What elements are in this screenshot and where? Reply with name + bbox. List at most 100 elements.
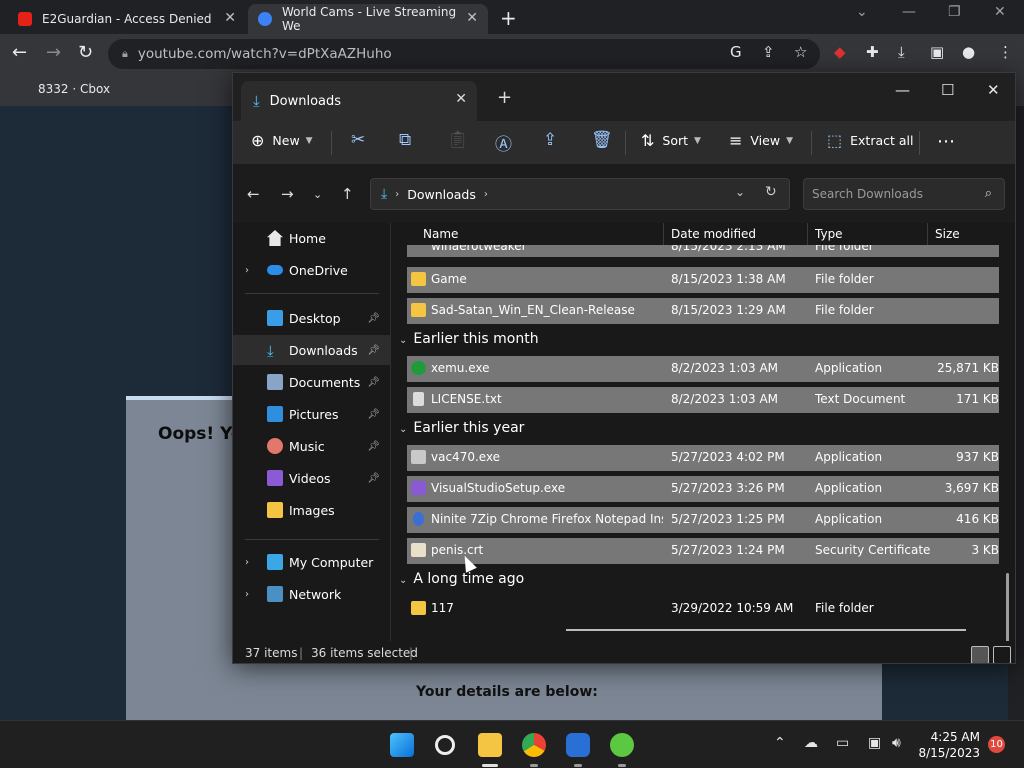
more-options-icon[interactable]: ⋯ bbox=[937, 131, 955, 152]
notification-badge[interactable]: 10 bbox=[988, 736, 1005, 753]
browser-tab-worldcams[interactable]: World Cams - Live Streaming We ✕ bbox=[248, 4, 488, 34]
pin-icon[interactable]: 📌︎ bbox=[367, 345, 380, 356]
file-row[interactable]: penis.crt 5/27/2023 1:24 PM Security Cer… bbox=[407, 538, 999, 564]
xemu-icon[interactable] bbox=[610, 733, 634, 757]
file-row[interactable]: xemu.exe 8/2/2023 1:03 AM Application 25… bbox=[407, 356, 999, 382]
ublock-icon[interactable]: ◆ bbox=[834, 43, 846, 61]
clock[interactable]: 4:25 AM 8/15/2023 bbox=[916, 729, 980, 761]
show-hidden-icons-icon[interactable]: ⌃ bbox=[774, 735, 786, 751]
nav-item-images[interactable]: Images bbox=[233, 495, 390, 525]
breadcrumb-downloads[interactable]: Downloads bbox=[407, 187, 476, 202]
file-row[interactable]: 117 3/29/2022 10:59 AM File folder bbox=[407, 596, 999, 622]
file-row[interactable]: LICENSE.txt 8/2/2023 1:03 AM Text Docume… bbox=[407, 387, 999, 413]
download-icon[interactable]: ⤓ bbox=[898, 43, 905, 61]
pin-icon[interactable]: 📌︎ bbox=[367, 409, 380, 420]
forward-icon[interactable]: → bbox=[46, 42, 61, 63]
tab-search-icon[interactable]: ⌄ bbox=[856, 4, 868, 20]
browser-tab-e2guardian[interactable]: E2Guardian - Access Denied ✕ bbox=[8, 4, 246, 34]
column-header-type[interactable]: Type bbox=[815, 227, 843, 241]
close-window-icon[interactable]: ✕ bbox=[987, 81, 1000, 99]
search-input[interactable]: Search Downloads ⌕ bbox=[803, 178, 1005, 210]
column-header-name[interactable]: Name bbox=[423, 227, 458, 241]
group-header-earlier-this-month[interactable]: ⌄ Earlier this month bbox=[399, 331, 539, 347]
copy-icon[interactable]: ⧉ bbox=[399, 130, 411, 150]
extensions-icon[interactable]: ✚ bbox=[866, 43, 879, 61]
network-icon[interactable]: ▣ bbox=[868, 735, 881, 751]
column-header-date[interactable]: Date modified bbox=[671, 227, 756, 241]
refresh-icon[interactable]: ↻ bbox=[765, 184, 777, 200]
minimize-icon[interactable]: — bbox=[895, 81, 910, 99]
onedrive-icon[interactable]: ☁ bbox=[804, 735, 818, 751]
close-window-icon[interactable]: ✕ bbox=[994, 4, 1006, 20]
recent-locations-icon[interactable]: ⌄ bbox=[313, 188, 322, 201]
up-icon[interactable]: ↑ bbox=[341, 185, 354, 203]
nav-item-downloads[interactable]: ⤓ Downloads 📌︎ bbox=[233, 335, 390, 365]
app-icon[interactable] bbox=[566, 733, 590, 757]
nav-item-network[interactable]: › Network bbox=[233, 579, 390, 609]
column-header-size[interactable]: Size bbox=[935, 227, 960, 241]
back-icon[interactable]: ← bbox=[247, 185, 260, 203]
maximize-icon[interactable]: ☐ bbox=[941, 81, 954, 99]
file-row[interactable]: Game 8/15/2023 1:38 AM File folder bbox=[407, 267, 999, 293]
tiles-view-button[interactable] bbox=[993, 646, 1011, 663]
nav-item-documents[interactable]: Documents 📌︎ bbox=[233, 367, 390, 397]
file-row[interactable]: winaerotweaker 8/15/2023 2:13 AM File fo… bbox=[407, 245, 999, 257]
google-icon[interactable]: G bbox=[730, 43, 742, 61]
delete-icon[interactable]: 🗑︎ bbox=[591, 130, 613, 150]
sort-button[interactable]: ⇅ Sort ▼ bbox=[641, 131, 701, 150]
share-icon[interactable]: ⇪ bbox=[762, 43, 775, 61]
minimize-icon[interactable]: — bbox=[902, 4, 916, 20]
cut-icon[interactable]: ✂ bbox=[351, 130, 365, 150]
column-divider[interactable] bbox=[663, 223, 664, 247]
share-icon[interactable]: ⇪ bbox=[543, 130, 557, 150]
column-divider[interactable] bbox=[927, 223, 928, 247]
new-tab-button[interactable]: + bbox=[497, 87, 512, 108]
horizontal-scrollbar[interactable] bbox=[566, 629, 966, 631]
extract-all-button[interactable]: ⬚ Extract all bbox=[827, 131, 913, 150]
file-row[interactable]: VisualStudioSetup.exe 5/27/2023 3:26 PM … bbox=[407, 476, 999, 502]
rename-icon[interactable]: Ⓐ bbox=[495, 130, 512, 155]
nav-item-home[interactable]: Home bbox=[233, 223, 390, 253]
device-icon[interactable]: ▭ bbox=[836, 735, 849, 751]
group-header-a-long-time-ago[interactable]: ⌄ A long time ago bbox=[399, 571, 524, 587]
file-explorer-icon[interactable] bbox=[478, 733, 502, 757]
address-bar[interactable]: 🔒︎ youtube.com/watch?v=dPtXaAZHuho bbox=[108, 39, 820, 69]
paste-icon[interactable]: 📋︎ bbox=[447, 130, 469, 150]
nav-item-pictures[interactable]: Pictures 📌︎ bbox=[233, 399, 390, 429]
chrome-icon[interactable] bbox=[522, 733, 546, 757]
pin-icon[interactable]: 📌︎ bbox=[367, 441, 380, 452]
new-tab-button[interactable]: + bbox=[500, 6, 517, 30]
back-icon[interactable]: ← bbox=[12, 42, 27, 63]
bookmark-star-icon[interactable]: ☆ bbox=[794, 43, 807, 61]
profile-icon[interactable]: ● bbox=[962, 43, 975, 61]
menu-icon[interactable]: ⋮ bbox=[998, 43, 1013, 61]
view-button[interactable]: ≡ View ▼ bbox=[729, 131, 793, 150]
file-row[interactable]: Sad-Satan_Win_EN_Clean-Release 8/15/2023… bbox=[407, 298, 999, 324]
details-view-button[interactable] bbox=[971, 646, 989, 663]
nav-item-music[interactable]: Music 📌︎ bbox=[233, 431, 390, 461]
pin-icon[interactable]: 📌︎ bbox=[367, 377, 380, 388]
close-tab-icon[interactable]: ✕ bbox=[466, 10, 478, 26]
explorer-address-bar[interactable]: ⤓ › Downloads › ⌄ ↻ bbox=[370, 178, 790, 210]
volume-icon[interactable]: 🔊︎ bbox=[892, 735, 901, 751]
nav-item-videos[interactable]: Videos 📌︎ bbox=[233, 463, 390, 493]
restore-icon[interactable]: ❐ bbox=[948, 4, 961, 20]
nav-item-onedrive[interactable]: › OneDrive bbox=[233, 255, 390, 285]
pin-icon[interactable]: 📌︎ bbox=[367, 473, 380, 484]
start-icon[interactable] bbox=[390, 733, 414, 757]
explorer-tab-downloads[interactable]: ⤓ Downloads ✕ bbox=[241, 81, 477, 121]
forward-icon[interactable]: → bbox=[281, 185, 294, 203]
file-row[interactable]: Ninite 7Zip Chrome Firefox Notepad Inst.… bbox=[407, 507, 999, 533]
pin-icon[interactable]: 📌︎ bbox=[367, 313, 380, 324]
new-button[interactable]: ⊕ New ▼ bbox=[251, 131, 313, 150]
nav-item-desktop[interactable]: Desktop 📌︎ bbox=[233, 303, 390, 333]
close-tab-icon[interactable]: ✕ bbox=[224, 10, 236, 26]
group-header-earlier-this-year[interactable]: ⌄ Earlier this year bbox=[399, 420, 524, 436]
nav-item-my-computer[interactable]: › My Computer bbox=[233, 547, 390, 577]
search-icon[interactable] bbox=[435, 735, 455, 755]
column-divider[interactable] bbox=[807, 223, 808, 247]
close-tab-icon[interactable]: ✕ bbox=[455, 91, 467, 107]
reload-icon[interactable]: ↻ bbox=[78, 42, 93, 63]
bookmark-cbox[interactable]: 8332 · Cbox bbox=[38, 82, 110, 96]
address-history-icon[interactable]: ⌄ bbox=[735, 185, 745, 199]
